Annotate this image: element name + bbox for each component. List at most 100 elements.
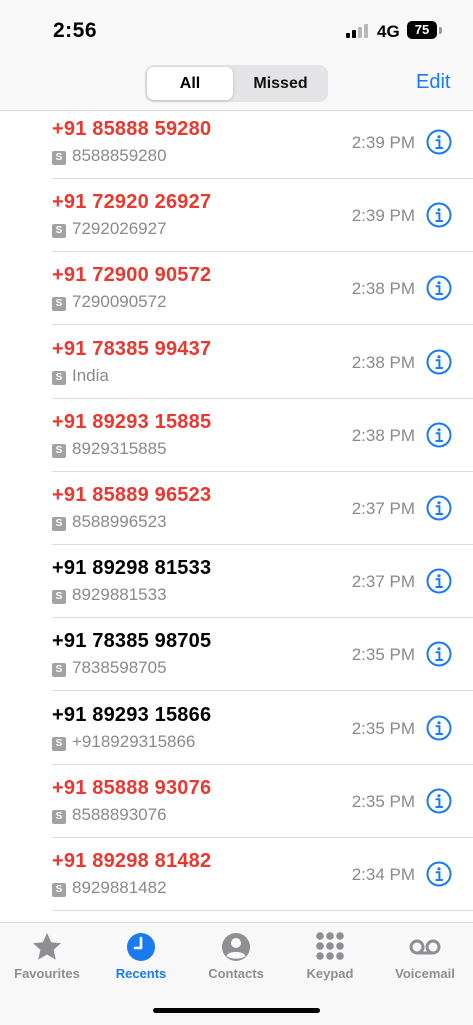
caller-number: +91 89293 15885 — [52, 410, 212, 433]
call-detail: S 8929315885 — [52, 439, 167, 459]
call-detail-text: 8929315885 — [72, 438, 167, 458]
tab-label: Contacts — [208, 966, 264, 981]
info-icon[interactable] — [426, 641, 452, 667]
tab-label: Voicemail — [395, 966, 455, 981]
sim-badge-icon: S — [52, 517, 66, 531]
call-time: 2:35 PM — [351, 645, 415, 665]
sim-badge-icon: S — [52, 297, 66, 312]
call-detail: S 8929881482 — [52, 878, 167, 898]
cellular-signal-icon — [346, 24, 370, 38]
sim-badge-icon: S — [52, 809, 66, 824]
call-row[interactable]: +91 72900 90572 S 7290090572 2:38 PM — [0, 252, 473, 326]
info-icon[interactable] — [426, 495, 452, 521]
info-icon[interactable] — [426, 349, 452, 375]
call-row[interactable]: +91 78385 99437 S India 2:38 PM — [0, 326, 473, 399]
caller-number: +91 85889 96523 — [52, 484, 212, 506]
call-detail-text: India — [72, 365, 109, 385]
person-icon — [222, 933, 250, 961]
info-icon[interactable] — [426, 715, 452, 741]
call-detail-text: 7292026927 — [72, 219, 167, 239]
caller-number: +91 78385 99437 — [52, 337, 212, 360]
call-time: 2:37 PM — [351, 499, 415, 518]
sim-badge-icon: S — [52, 663, 66, 678]
call-row[interactable]: +91 85889 96523 S 8588996523 2:37 PM — [0, 472, 473, 545]
call-detail-text: 8929881482 — [72, 878, 167, 897]
call-time: 2:39 PM — [351, 133, 415, 152]
sim-badge-icon: S — [52, 151, 66, 165]
call-detail: S 8929881533 — [52, 585, 167, 605]
call-detail-text: 7290090572 — [72, 292, 167, 312]
info-icon[interactable] — [426, 568, 452, 594]
voicemail-icon — [409, 939, 441, 955]
call-detail-text: 7838598705 — [72, 658, 167, 678]
network-type: 4G — [377, 22, 400, 41]
call-time: 2:34 PM — [351, 865, 415, 884]
battery-icon: 75 — [407, 21, 437, 39]
call-detail: S 8588996523 — [52, 512, 167, 532]
call-time: 2:38 PM — [351, 279, 415, 299]
tab-label: Recents — [115, 966, 167, 981]
call-time: 2:35 PM — [351, 791, 415, 811]
call-detail: S 7290090572 — [52, 292, 167, 312]
call-row[interactable]: +91 72920 26927 S 7292026927 2:39 PM — [0, 179, 473, 253]
caller-number: +91 72920 26927 — [52, 191, 212, 214]
edit-button[interactable]: Edit — [416, 71, 450, 94]
caller-number: +91 78385 98705 — [52, 630, 212, 653]
call-row[interactable]: +91 85888 93076 S 8588893076 2:35 PM — [0, 765, 473, 838]
tab-voicemail[interactable]: Voicemail — [378, 931, 472, 981]
call-detail: S 8588893076 — [52, 805, 167, 825]
caller-number: +91 72900 90572 — [52, 264, 212, 287]
tab-recents[interactable]: Recents — [94, 931, 188, 981]
info-icon[interactable] — [426, 422, 452, 448]
sim-badge-icon: S — [52, 370, 66, 385]
sim-badge-icon: S — [52, 590, 66, 605]
info-icon[interactable] — [426, 129, 452, 155]
tab-keypad[interactable]: Keypad — [283, 931, 377, 981]
call-detail-text: 8588859280 — [72, 146, 167, 165]
tab-favourites[interactable]: Favourites — [0, 931, 94, 981]
battery-tip — [439, 27, 442, 34]
sim-badge-icon: S — [52, 883, 66, 897]
caller-number: +91 85888 59280 — [52, 118, 212, 140]
call-row[interactable]: +91 78385 98705 S 7838598705 2:35 PM — [0, 618, 473, 692]
call-detail: S 7838598705 — [52, 658, 167, 678]
sim-badge-icon: S — [52, 443, 66, 458]
clock-icon — [127, 933, 155, 961]
status-bar: 2:56 4G 75 — [0, 0, 473, 60]
caller-number: +91 89298 81482 — [52, 850, 212, 872]
recents-header: All Missed Edit — [0, 60, 473, 111]
info-icon[interactable] — [426, 275, 452, 301]
status-time: 2:56 — [53, 19, 98, 42]
keypad-icon — [316, 932, 344, 960]
segment-all[interactable]: All — [147, 67, 233, 100]
call-row[interactable]: +91 85888 59280 S 8588859280 2:39 PM — [0, 106, 473, 179]
segmented-control: All Missed — [145, 65, 328, 102]
call-row[interactable]: +91 89298 81533 S 8929881533 2:37 PM — [0, 545, 473, 619]
sim-badge-icon: S — [52, 736, 66, 751]
call-detail-text: 8929881533 — [72, 585, 167, 605]
call-detail: S 7292026927 — [52, 219, 167, 239]
info-icon[interactable] — [426, 202, 452, 228]
call-detail-text: +918929315866 — [72, 731, 196, 751]
call-detail: S 8588859280 — [52, 146, 167, 166]
caller-number: +91 85888 93076 — [52, 776, 212, 799]
tab-label: Favourites — [14, 966, 80, 981]
sim-badge-icon: S — [52, 224, 66, 239]
info-icon[interactable] — [426, 788, 452, 814]
call-row[interactable]: +91 89298 81482 S 8929881482 2:34 PM — [0, 838, 473, 911]
star-icon — [33, 933, 61, 960]
caller-number: +91 89298 81533 — [52, 557, 212, 580]
call-time: 2:37 PM — [351, 572, 415, 592]
call-row[interactable]: +91 89293 15866 S +918929315866 2:35 PM — [0, 692, 473, 765]
tab-label: Keypad — [306, 966, 354, 981]
call-time: 2:35 PM — [351, 718, 415, 738]
info-icon[interactable] — [426, 861, 452, 887]
call-time: 2:39 PM — [351, 206, 415, 226]
call-detail: S +918929315866 — [52, 732, 195, 752]
tab-contacts[interactable]: Contacts — [189, 931, 283, 981]
segment-missed[interactable]: Missed — [235, 67, 326, 100]
row-divider — [52, 910, 473, 911]
call-detail: S India — [52, 366, 109, 386]
call-row[interactable]: +91 89293 15885 S 8929315885 2:38 PM — [0, 399, 473, 472]
call-detail-text: 8588996523 — [72, 512, 167, 531]
